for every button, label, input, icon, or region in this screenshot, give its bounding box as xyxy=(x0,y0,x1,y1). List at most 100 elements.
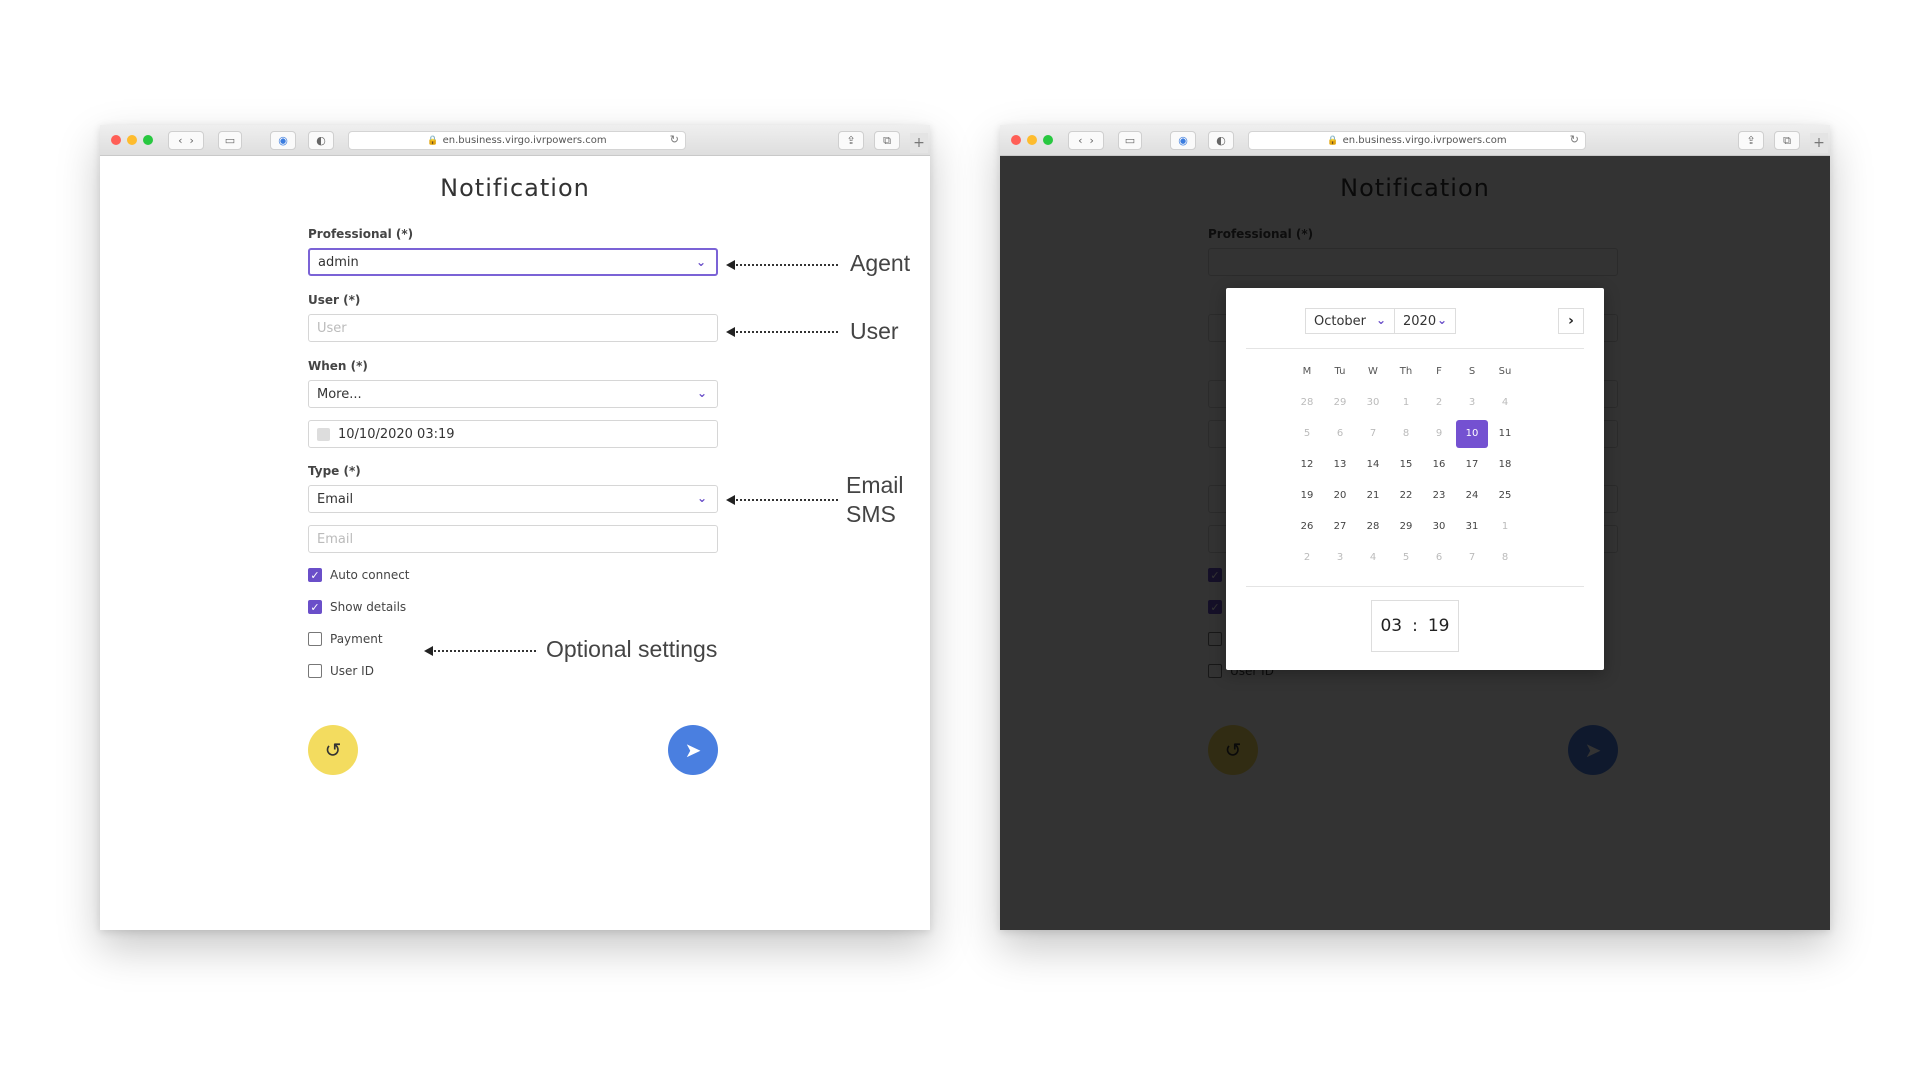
calendar-day[interactable]: 24 xyxy=(1456,482,1488,510)
close-window-button[interactable] xyxy=(111,135,121,145)
user-input[interactable]: User xyxy=(308,314,718,342)
calendar-day[interactable]: 4 xyxy=(1357,544,1389,572)
calendar-day[interactable]: 6 xyxy=(1324,420,1356,448)
checkbox-auto-connect[interactable]: ✓ Auto connect xyxy=(308,566,410,584)
chevron-down-icon: ⌄ xyxy=(695,255,706,269)
back-forward-buttons[interactable]: ‹ › xyxy=(1068,131,1104,150)
browser-toolbar: ‹ › ▭ ◉ ◐ 🔒 en.business.virgo.ivrpowers.… xyxy=(1000,125,1830,156)
share-icon[interactable]: ⇪ xyxy=(1738,131,1764,150)
calendar-day[interactable]: 28 xyxy=(1291,389,1323,417)
address-bar[interactable]: 🔒 en.business.virgo.ivrpowers.com ↻ xyxy=(1248,131,1586,150)
calendar-day[interactable]: 6 xyxy=(1423,544,1455,572)
datetime-input[interactable]: 10/10/2020 03:19 xyxy=(308,420,718,448)
calendar-day[interactable]: 13 xyxy=(1324,451,1356,479)
chevron-down-icon: ⌄ xyxy=(696,491,707,505)
browser-window-right: ‹ › ▭ ◉ ◐ 🔒 en.business.virgo.ivrpowers.… xyxy=(1000,125,1830,930)
new-tab-icon[interactable]: + xyxy=(1810,133,1828,153)
calendar-day[interactable]: 30 xyxy=(1423,513,1455,541)
minimize-window-button[interactable] xyxy=(127,135,137,145)
tabs-icon[interactable]: ⧉ xyxy=(1774,131,1800,150)
calendar-day[interactable]: 20 xyxy=(1324,482,1356,510)
minute-value[interactable]: 19 xyxy=(1428,616,1450,636)
shield-icon[interactable]: ◐ xyxy=(1208,131,1234,150)
professional-select[interactable]: admin ⌄ xyxy=(308,248,718,276)
agent-arrow xyxy=(726,260,838,270)
checkbox-checked-icon[interactable]: ✓ xyxy=(308,600,322,614)
address-bar[interactable]: 🔒 en.business.virgo.ivrpowers.com ↻ xyxy=(348,131,686,150)
calendar-day[interactable]: 27 xyxy=(1324,513,1356,541)
weekday-header: M xyxy=(1302,366,1312,377)
calendar-day[interactable]: 5 xyxy=(1291,420,1323,448)
calendar-day[interactable]: 2 xyxy=(1423,389,1455,417)
lock-icon: 🔒 xyxy=(1327,135,1339,146)
checkbox-payment[interactable]: Payment xyxy=(308,630,383,648)
calendar-day[interactable]: 23 xyxy=(1423,482,1455,510)
calendar-day[interactable]: 22 xyxy=(1390,482,1422,510)
calendar-day[interactable]: 15 xyxy=(1390,451,1422,479)
calendar-day[interactable]: 9 xyxy=(1423,420,1455,448)
password-icon[interactable]: ◉ xyxy=(1170,131,1196,150)
calendar-day[interactable]: 10 xyxy=(1456,420,1488,448)
calendar-day[interactable]: 7 xyxy=(1357,420,1389,448)
calendar-day[interactable]: 29 xyxy=(1390,513,1422,541)
sidebar-icon[interactable]: ▭ xyxy=(218,131,242,150)
calendar-day[interactable]: 4 xyxy=(1489,389,1521,417)
calendar-day[interactable]: 18 xyxy=(1489,451,1521,479)
email-input[interactable]: Email xyxy=(308,525,718,553)
calendar-day[interactable]: 11 xyxy=(1489,420,1521,448)
when-select[interactable]: More... ⌄ xyxy=(308,380,718,408)
user-label: User (*) xyxy=(308,293,361,307)
checkbox-user-id[interactable]: User ID xyxy=(308,662,374,680)
calendar-day[interactable]: 21 xyxy=(1357,482,1389,510)
tabs-icon[interactable]: ⧉ xyxy=(874,131,900,150)
calendar-day[interactable]: 3 xyxy=(1324,544,1356,572)
reset-button[interactable]: ↺ xyxy=(308,725,358,775)
send-button[interactable]: ➤ xyxy=(668,725,718,775)
share-icon[interactable]: ⇪ xyxy=(838,131,864,150)
calendar-day[interactable]: 1 xyxy=(1390,389,1422,417)
calendar-day[interactable]: 30 xyxy=(1357,389,1389,417)
calendar-day[interactable]: 5 xyxy=(1390,544,1422,572)
calendar-day[interactable]: 2 xyxy=(1291,544,1323,572)
calendar-day[interactable]: 14 xyxy=(1357,451,1389,479)
next-month-button[interactable]: › xyxy=(1558,308,1584,334)
calendar-day[interactable]: 8 xyxy=(1489,544,1521,572)
calendar-day[interactable]: 28 xyxy=(1357,513,1389,541)
zoom-window-button[interactable] xyxy=(143,135,153,145)
calendar-day[interactable]: 7 xyxy=(1456,544,1488,572)
shield-icon[interactable]: ◐ xyxy=(308,131,334,150)
checkbox-show-details[interactable]: ✓ Show details xyxy=(308,598,406,616)
calendar-day[interactable]: 31 xyxy=(1456,513,1488,541)
calendar-day[interactable]: 26 xyxy=(1291,513,1323,541)
back-forward-buttons[interactable]: ‹ › xyxy=(168,131,204,150)
calendar-day[interactable]: 17 xyxy=(1456,451,1488,479)
calendar-day[interactable]: 3 xyxy=(1456,389,1488,417)
calendar-day[interactable]: 25 xyxy=(1489,482,1521,510)
calendar-day[interactable]: 29 xyxy=(1324,389,1356,417)
time-picker[interactable]: 03 : 19 xyxy=(1371,600,1459,652)
minimize-window-button[interactable] xyxy=(1027,135,1037,145)
sidebar-icon[interactable]: ▭ xyxy=(1118,131,1142,150)
calendar-day[interactable]: 12 xyxy=(1291,451,1323,479)
calendar-day[interactable]: 19 xyxy=(1291,482,1323,510)
calendar-day[interactable]: 8 xyxy=(1390,420,1422,448)
weekday-header: Th xyxy=(1399,366,1413,377)
modal-backdrop[interactable]: October ⌄ 2020 ⌄ › M Tu W Th F S Su 28 29 30 1 2 3 4 5… xyxy=(1000,156,1830,930)
reload-icon[interactable]: ↻ xyxy=(670,133,679,146)
email-annotation: Email xyxy=(846,472,904,498)
reload-icon[interactable]: ↻ xyxy=(1570,133,1579,146)
datepicker-popup: October ⌄ 2020 ⌄ › M Tu W Th F S Su 28 29 30 1 2 3 4 5… xyxy=(1226,288,1604,670)
checkbox-unchecked-icon[interactable] xyxy=(308,664,322,678)
type-select[interactable]: Email ⌄ xyxy=(308,485,718,513)
year-select[interactable]: 2020 ⌄ xyxy=(1394,308,1456,334)
calendar-day[interactable]: 1 xyxy=(1489,513,1521,541)
password-icon[interactable]: ◉ xyxy=(270,131,296,150)
zoom-window-button[interactable] xyxy=(1043,135,1053,145)
calendar-day[interactable]: 16 xyxy=(1423,451,1455,479)
new-tab-icon[interactable]: + xyxy=(910,133,928,153)
checkbox-unchecked-icon[interactable] xyxy=(308,632,322,646)
checkbox-checked-icon[interactable]: ✓ xyxy=(308,568,322,582)
month-select[interactable]: October ⌄ xyxy=(1305,308,1395,334)
hour-value[interactable]: 03 xyxy=(1380,616,1402,636)
close-window-button[interactable] xyxy=(1011,135,1021,145)
